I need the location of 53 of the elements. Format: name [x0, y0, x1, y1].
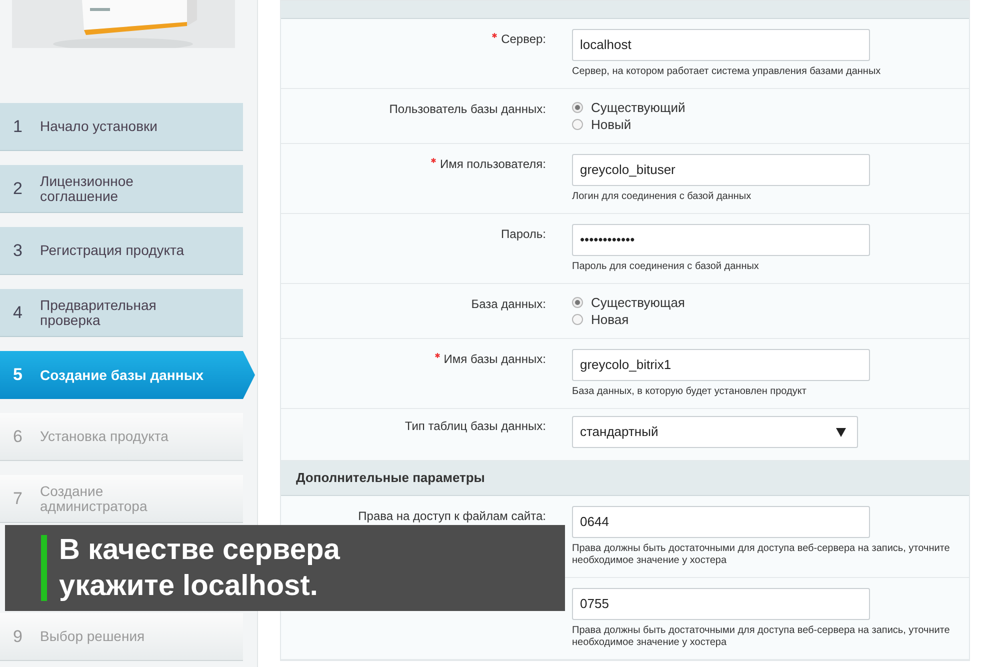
input-field[interactable]: greycolo_bitrix1	[572, 349, 870, 381]
field-label: База данных:	[471, 296, 546, 313]
step-label: Создание администратора	[40, 484, 148, 514]
step-number: 6	[13, 426, 24, 448]
step-item[interactable]: 2 Лицензионное соглашение	[0, 165, 243, 213]
step-label: Предварительная проверка	[40, 298, 158, 328]
field-label: Пароль:	[501, 226, 546, 243]
field-hint: Сервер, на котором работает система управления базами данных	[572, 66, 882, 78]
step-number: 4	[13, 302, 24, 324]
field-label: Тип таблиц базы данных:	[404, 418, 546, 435]
field-label: Пользователь базы данных:	[389, 101, 546, 118]
step-number: 5	[13, 364, 24, 386]
password-field[interactable]: ••••••••••••	[572, 224, 870, 256]
field-label: Имя базы данных:	[444, 351, 546, 368]
field-hint: Логин для соединения с базой данных	[572, 191, 752, 203]
step-item[interactable]: 3 Регистрация продукта	[0, 227, 243, 275]
step-label: Начало установки	[40, 119, 158, 134]
field-label: Права на доступ к файлам сайта:	[358, 508, 546, 525]
step-number: 9	[13, 626, 24, 648]
step-label: Регистрация продукта	[40, 243, 186, 258]
section-title: Дополнительные параметры	[296, 469, 485, 488]
step-number: 1	[13, 116, 24, 138]
step-label: Лицензионное соглашение	[40, 174, 134, 204]
step-item[interactable]: 1 Начало установки	[0, 103, 243, 151]
input-field[interactable]: 0644	[572, 506, 870, 538]
step-number: 3	[13, 240, 24, 262]
radio-button[interactable]	[572, 297, 583, 308]
radio-label: Новая	[591, 310, 629, 329]
input-field[interactable]: localhost	[572, 29, 870, 61]
step-item[interactable]: 4 Предварительная проверка	[0, 289, 243, 337]
step-label: Выбор решения	[40, 629, 146, 644]
step-number: 2	[13, 178, 24, 200]
field-label: Сервер:	[501, 31, 546, 48]
radio-label: Существующий	[591, 98, 686, 117]
dropdown-icon	[836, 428, 846, 436]
radio-label: Существующая	[591, 294, 685, 312]
radio-button[interactable]	[572, 102, 583, 113]
radio-button[interactable]	[572, 119, 583, 130]
step-number: 7	[13, 488, 24, 510]
field-hint: Пароль для соединения с базой данных	[572, 261, 760, 273]
input-field[interactable]: greycolo_bituser	[572, 154, 870, 186]
input-field[interactable]: 0755	[572, 588, 870, 620]
field-hint: Права должны быть достаточными для доступа веб-сервера на запись, уточните необходимое значение у хостера	[572, 543, 951, 567]
field-hint: Права должны быть достаточными для доступа веб-сервера на запись, уточните необходимое значение у хостера	[572, 625, 951, 649]
caption-text: В качестве сервера укажите localhost.	[59, 533, 341, 604]
radio-label: Новый	[591, 116, 632, 134]
field-hint: База данных, в которую будет установлен продукт	[572, 386, 808, 398]
field-label: Имя пользователя:	[440, 156, 546, 173]
accent-bar	[41, 535, 47, 601]
step-label: Установка продукта	[40, 429, 170, 444]
radio-button[interactable]	[572, 314, 583, 325]
select-field[interactable]: стандартный	[572, 416, 858, 448]
step-label: Создание базы данных	[40, 368, 205, 382]
